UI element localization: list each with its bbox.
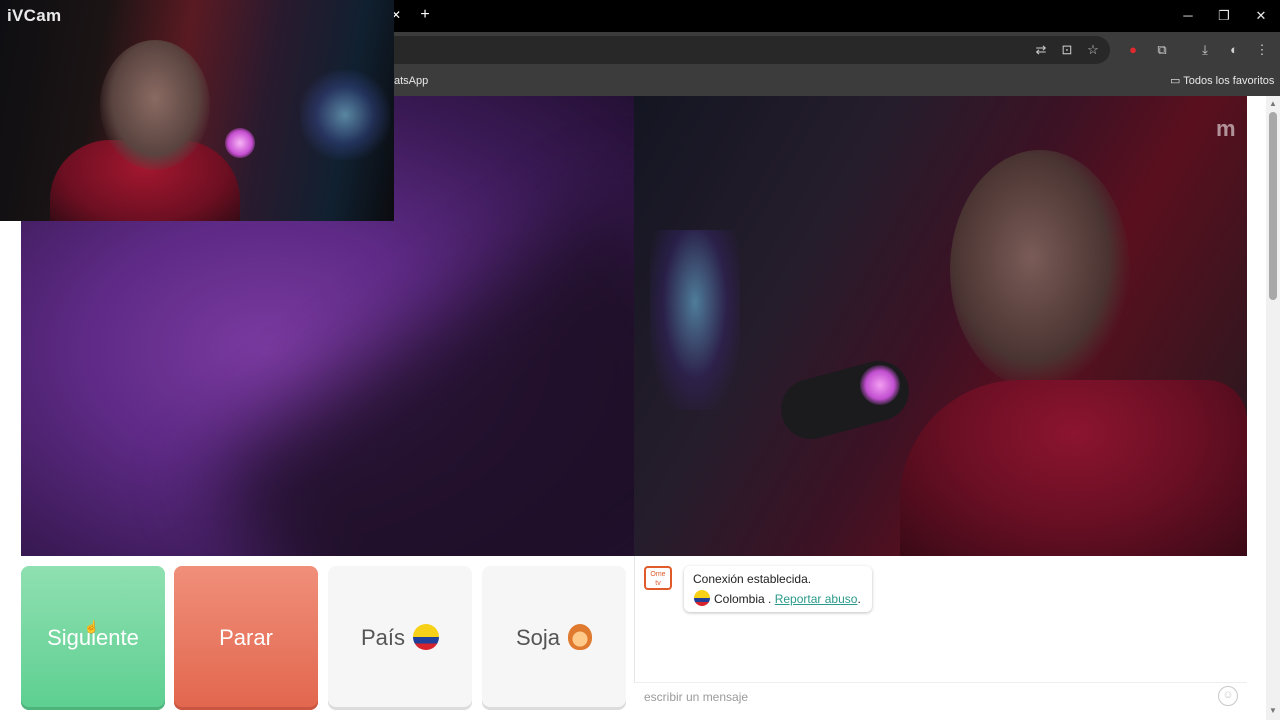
menu-icon[interactable]: ⋮ bbox=[1252, 40, 1272, 60]
pip-neon-light bbox=[300, 70, 390, 160]
remote-person-head bbox=[950, 150, 1130, 390]
bookmark-all-favorites[interactable]: ▭ Todos los favoritos bbox=[1170, 73, 1274, 89]
profile-icon[interactable]: ◐ bbox=[1224, 40, 1244, 60]
ivcam-preview: iVCam bbox=[0, 0, 394, 221]
pip-microphone-glow bbox=[225, 128, 255, 158]
address-bar[interactable] bbox=[330, 36, 1110, 64]
logo-text-top: Ome bbox=[650, 571, 666, 578]
download-icon[interactable]: ⤓ bbox=[1195, 40, 1215, 60]
all-favorites-label: Todos los favoritos bbox=[1183, 75, 1275, 87]
partner-country: Colombia bbox=[714, 592, 765, 606]
bookmark-whatsapp[interactable]: atsApp bbox=[394, 73, 428, 89]
logo-text-bottom: tv bbox=[655, 580, 661, 587]
minimize-button[interactable]: ─ bbox=[1177, 6, 1199, 26]
restore-button[interactable]: ❐ bbox=[1213, 6, 1235, 26]
separator: . bbox=[764, 592, 775, 606]
country-button[interactable]: País bbox=[328, 566, 472, 710]
video-watermark: m bbox=[1216, 116, 1236, 141]
ometv-logo-icon: Ome tv bbox=[644, 566, 672, 590]
close-window-button[interactable]: ✕ bbox=[1250, 6, 1272, 26]
ivcam-label: iVCam bbox=[7, 6, 62, 25]
gender-button[interactable]: Soja bbox=[482, 566, 626, 710]
country-label: País bbox=[360, 625, 406, 650]
puzzle-icon[interactable]: ⧉ bbox=[1152, 40, 1172, 60]
emoji-icon[interactable]: ☺ bbox=[1218, 686, 1238, 706]
connection-status: Conexión establecida. bbox=[693, 572, 812, 586]
remote-person-body bbox=[900, 380, 1247, 556]
next-button[interactable]: Siguiente bbox=[21, 566, 165, 710]
stop-button[interactable]: Parar bbox=[174, 566, 318, 710]
scroll-up-icon[interactable]: ▲ bbox=[1268, 99, 1278, 109]
star-icon[interactable]: ☆ bbox=[1083, 40, 1103, 60]
folder-icon: ▭ bbox=[1170, 75, 1184, 87]
scroll-down-icon[interactable]: ▼ bbox=[1268, 706, 1278, 716]
colombia-flag-small-icon bbox=[694, 590, 710, 606]
partner-country-line: Colombia . Reportar abuso. bbox=[694, 590, 861, 607]
report-end: . bbox=[857, 592, 861, 606]
woman-emoji-icon bbox=[568, 624, 593, 651]
microphone-glow bbox=[860, 365, 900, 405]
neon-light bbox=[650, 230, 740, 410]
extension-icon[interactable]: ● bbox=[1123, 40, 1143, 60]
translate-icon[interactable]: ⇄ bbox=[1031, 40, 1051, 60]
install-icon[interactable]: ⊡ bbox=[1057, 40, 1077, 60]
scroll-thumb[interactable] bbox=[1269, 112, 1277, 300]
report-abuse-link[interactable]: Reportar abuso bbox=[775, 592, 858, 606]
colombia-flag-icon bbox=[413, 624, 440, 651]
new-tab-button[interactable]: + bbox=[416, 6, 434, 24]
pip-person-head bbox=[100, 40, 210, 170]
gender-label: Soja bbox=[515, 625, 561, 650]
hand-cursor-icon: ☝ bbox=[84, 620, 99, 634]
message-input[interactable] bbox=[634, 682, 1247, 710]
